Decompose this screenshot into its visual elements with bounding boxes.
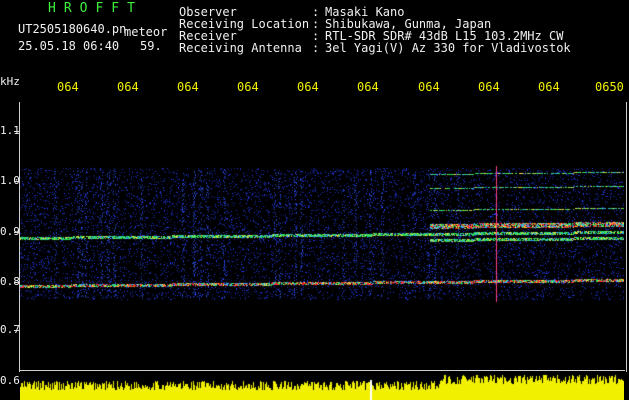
antenna-value: 3el Yagi(V) Az 330 for Vladivostok xyxy=(325,41,571,55)
file-name: UT2505180640.pn xyxy=(18,22,127,36)
power-bars-canvas xyxy=(20,372,624,400)
x-tick-label: 064 xyxy=(538,80,560,94)
spectrogram-canvas xyxy=(20,102,624,370)
x-tick-label: 0650 xyxy=(595,80,624,94)
x-tick-label: 064 xyxy=(237,80,259,94)
x-tick-label: 064 xyxy=(297,80,319,94)
antenna-label: Receiving Antenna xyxy=(179,41,302,55)
y-tick-mark xyxy=(14,232,19,233)
app-title: HROFFT xyxy=(48,1,143,16)
x-tick-label: 064 xyxy=(57,80,79,94)
y-tick-label: 0.6 xyxy=(0,374,20,387)
y-tick-mark xyxy=(14,330,19,331)
hrofft-window: HROFFT UT2505180640.pn meteor 25.05.18 0… xyxy=(0,0,629,400)
x-tick-label: 064 xyxy=(478,80,500,94)
x-tick-label: 064 xyxy=(117,80,139,94)
power-baseline xyxy=(20,370,625,371)
y-tick-mark xyxy=(14,131,19,132)
y-tick-mark xyxy=(14,181,19,182)
file-tag: meteor xyxy=(124,25,168,39)
date-time: 25.05.18 06:40 xyxy=(18,39,120,53)
y-axis-unit: kHz xyxy=(0,75,20,88)
frame-number: 59. xyxy=(140,39,162,53)
x-tick-label: 064 xyxy=(177,80,199,94)
y-tick-mark xyxy=(14,282,19,283)
x-tick-label: 064 xyxy=(357,80,379,94)
x-tick-label: 064 xyxy=(418,80,440,94)
antenna-separator: : xyxy=(312,41,320,55)
